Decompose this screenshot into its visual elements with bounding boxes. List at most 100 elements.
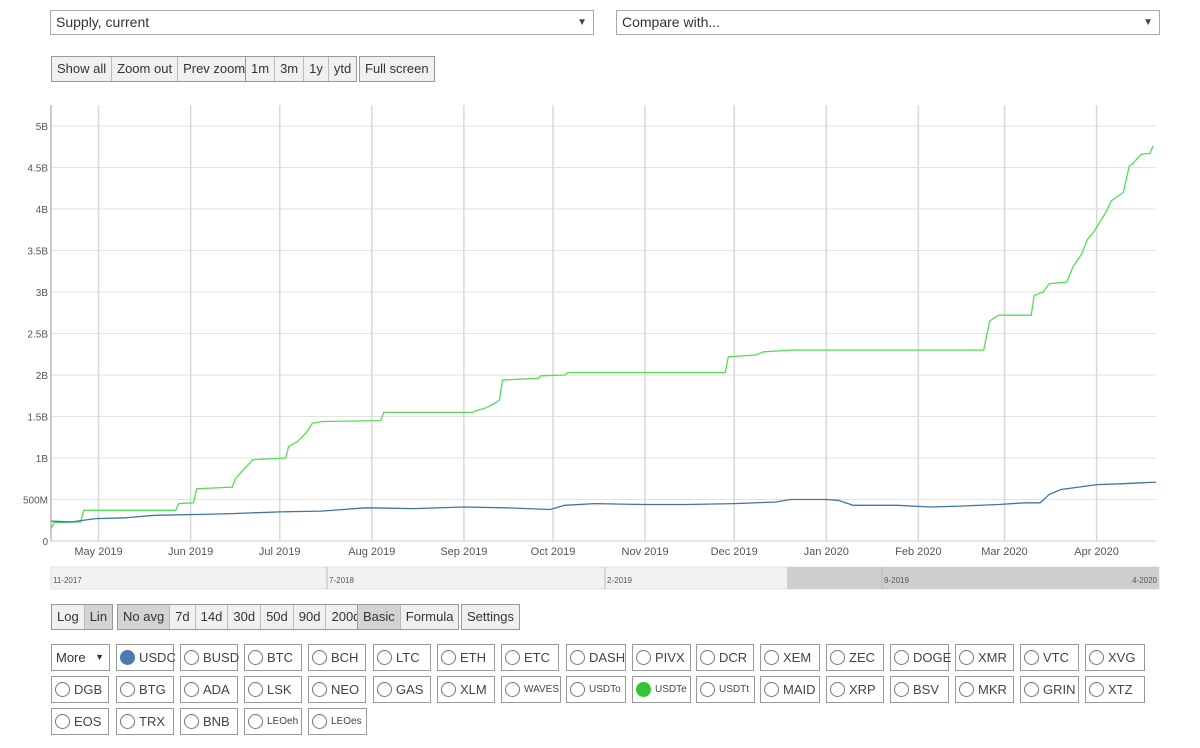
x-tick-label: Oct 2019	[531, 546, 576, 558]
coin-toggle-trx[interactable]: TRX	[116, 708, 174, 735]
radio-unchecked-icon	[894, 682, 909, 697]
prev-zoom-button[interactable]: Prev zoom	[178, 57, 251, 81]
coin-toggle-leoes[interactable]: LEOes	[308, 708, 367, 735]
coin-label: XRP	[849, 682, 876, 697]
radio-unchecked-icon	[55, 682, 70, 697]
coin-toggle-zec[interactable]: ZEC	[826, 644, 884, 671]
radio-unchecked-icon	[120, 682, 135, 697]
coin-toggle-busd[interactable]: BUSD	[180, 644, 239, 671]
coin-toggle-ltc[interactable]: LTC	[373, 644, 431, 671]
coin-toggle-btg[interactable]: BTG	[116, 676, 174, 703]
coin-toggle-xvg[interactable]: XVG	[1085, 644, 1145, 671]
coin-label: ETH	[460, 650, 486, 665]
radio-unchecked-icon	[636, 650, 651, 665]
coin-toggle-doge[interactable]: DOGE	[890, 644, 951, 671]
radio-unchecked-icon	[184, 650, 199, 665]
coin-label: MAID	[783, 682, 816, 697]
coin-toggle-waves[interactable]: WAVES	[501, 676, 561, 703]
x-tick-label: Aug 2019	[348, 546, 395, 558]
settings-button[interactable]: Settings	[462, 605, 519, 629]
y-tick-label: 5B	[36, 122, 49, 133]
coin-toggle-btc[interactable]: BTC	[244, 644, 302, 671]
coin-toggle-neo[interactable]: NEO	[308, 676, 366, 703]
coin-label: EOS	[74, 714, 102, 729]
range-1y-button[interactable]: 1y	[304, 57, 329, 81]
navigator-label: 4-2020	[1132, 576, 1157, 585]
coin-label: XEM	[783, 650, 812, 665]
coin-toggle-lsk[interactable]: LSK	[244, 676, 302, 703]
avg-14d-button[interactable]: 14d	[195, 605, 229, 629]
avg-button-group: No avg 7d 14d 30d 50d 90d 200d	[117, 604, 367, 630]
coin-label: MKR	[978, 682, 1007, 697]
x-tick-label: Mar 2020	[981, 546, 1027, 558]
coin-toggle-gas[interactable]: GAS	[373, 676, 431, 703]
coin-label: USDTt	[719, 684, 749, 695]
coin-toggle-usdtt[interactable]: USDTt	[696, 676, 755, 703]
log-scale-button[interactable]: Log	[52, 605, 85, 629]
coin-toggle-dash[interactable]: DASH	[566, 644, 626, 671]
coin-toggle-leoeh[interactable]: LEOeh	[244, 708, 302, 735]
series-line-0	[50, 145, 1154, 529]
x-tick-label: Jul 2019	[259, 546, 301, 558]
range-ytd-button[interactable]: ytd	[328, 57, 357, 81]
radio-checked-icon	[636, 682, 651, 697]
coin-label: BTC	[267, 650, 293, 665]
coin-toggle-dgb[interactable]: DGB	[51, 676, 109, 703]
coin-toggle-etc[interactable]: ETC	[501, 644, 559, 671]
coin-toggle-usdc[interactable]: USDC	[116, 644, 176, 671]
coin-toggle-eos[interactable]: EOS	[51, 708, 109, 735]
formula-mode-button[interactable]: Formula	[400, 605, 459, 629]
y-tick-label: 2B	[36, 371, 49, 382]
coin-toggle-bch[interactable]: BCH	[308, 644, 366, 671]
more-select[interactable]: More ▼	[51, 644, 110, 671]
avg-none-button[interactable]: No avg	[118, 605, 171, 629]
coin-toggle-pivx[interactable]: PIVX	[632, 644, 691, 671]
basic-mode-button[interactable]: Basic	[358, 605, 401, 629]
zoom-out-button[interactable]: Zoom out	[112, 57, 179, 81]
show-all-button[interactable]: Show all	[52, 57, 113, 81]
coin-toggle-dcr[interactable]: DCR	[696, 644, 754, 671]
x-tick-label: Dec 2019	[711, 546, 758, 558]
coin-toggle-xmr[interactable]: XMR	[955, 644, 1014, 671]
coin-toggle-vtc[interactable]: VTC	[1020, 644, 1079, 671]
coin-toggle-bsv[interactable]: BSV	[890, 676, 949, 703]
dropdown-arrow-icon: ▼	[1143, 17, 1153, 28]
radio-unchecked-icon	[377, 682, 392, 697]
coin-toggle-maid[interactable]: MAID	[760, 676, 820, 703]
radio-unchecked-icon	[505, 650, 520, 665]
y-tick-label: 4.5B	[27, 164, 48, 175]
coin-toggle-ada[interactable]: ADA	[180, 676, 238, 703]
coin-label: LSK	[267, 682, 292, 697]
coin-toggle-usdto[interactable]: USDTo	[566, 676, 626, 703]
avg-7d-button[interactable]: 7d	[170, 605, 196, 629]
radio-unchecked-icon	[830, 650, 845, 665]
avg-90d-button[interactable]: 90d	[293, 605, 327, 629]
coin-label: GRIN	[1043, 682, 1076, 697]
compare-select[interactable]: Compare with... ▼	[616, 10, 1160, 35]
radio-unchecked-icon	[700, 650, 715, 665]
radio-unchecked-icon	[441, 650, 456, 665]
coin-label: XMR	[978, 650, 1007, 665]
x-tick-label: Jan 2020	[804, 546, 849, 558]
coin-toggle-xtz[interactable]: XTZ	[1085, 676, 1145, 703]
coin-toggle-mkr[interactable]: MKR	[955, 676, 1014, 703]
range-1m-button[interactable]: 1m	[246, 57, 276, 81]
range-3m-button[interactable]: 3m	[275, 57, 305, 81]
coin-toggle-xem[interactable]: XEM	[760, 644, 820, 671]
y-tick-label: 3.5B	[27, 247, 48, 258]
lin-scale-button[interactable]: Lin	[84, 605, 113, 629]
coin-toggle-xrp[interactable]: XRP	[826, 676, 884, 703]
coin-toggle-usdte[interactable]: USDTe	[632, 676, 691, 703]
full-screen-button[interactable]: Full screen	[360, 57, 434, 81]
radio-unchecked-icon	[120, 714, 135, 729]
y-tick-label: 3B	[36, 288, 49, 299]
avg-30d-button[interactable]: 30d	[228, 605, 262, 629]
coin-label: ZEC	[849, 650, 875, 665]
radio-unchecked-icon	[700, 682, 715, 697]
coin-toggle-bnb[interactable]: BNB	[180, 708, 238, 735]
avg-50d-button[interactable]: 50d	[261, 605, 294, 629]
metric-select[interactable]: Supply, current ▼	[50, 10, 594, 35]
coin-toggle-grin[interactable]: GRIN	[1020, 676, 1079, 703]
coin-toggle-xlm[interactable]: XLM	[437, 676, 495, 703]
coin-toggle-eth[interactable]: ETH	[437, 644, 495, 671]
